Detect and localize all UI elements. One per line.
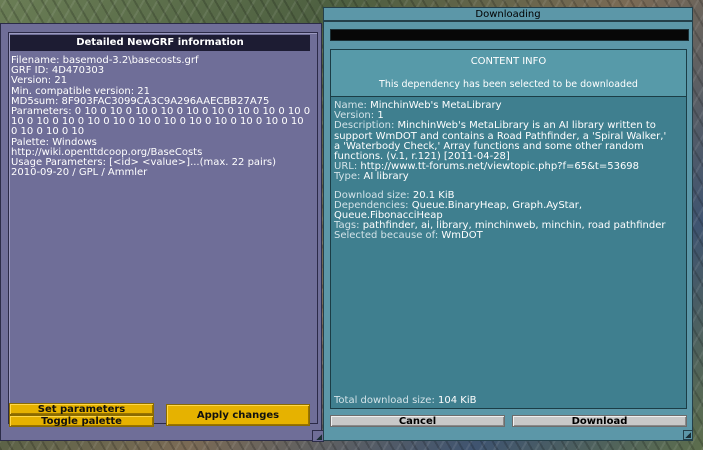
total-size-value: 104 KiB	[438, 395, 477, 406]
type-row: Type: AI library	[334, 171, 409, 183]
description-line: MinchinWeb's MetaLibrary is an AI librar…	[397, 120, 656, 132]
set-parameters-button[interactable]: Set parameters	[9, 403, 154, 415]
parameters-row: Parameters: 0 10 0 10 0 10 0 10 0 10 0 1…	[11, 106, 311, 138]
newgrf-info-title: Detailed NewGRF information	[10, 35, 310, 51]
right-resize-handle[interactable]	[683, 430, 693, 440]
selection-note: This dependency has been selected to be …	[379, 79, 638, 90]
resize-grip-icon	[685, 432, 691, 438]
content-details: Name: MinchinWeb's MetaLibrary Version: …	[334, 100, 684, 242]
apply-changes-button[interactable]: Apply changes	[166, 404, 310, 426]
selected-because-row: Selected because of: WmDOT	[334, 230, 483, 242]
date-license: 2010-09-20 / GPL / Ammler	[11, 167, 148, 179]
content-type: AI library	[363, 171, 409, 183]
download-progress-bar	[330, 29, 689, 41]
download-button[interactable]: Download	[512, 415, 687, 427]
toggle-palette-button[interactable]: Toggle palette	[9, 415, 154, 427]
selected-because: WmDOT	[441, 230, 483, 242]
total-download-size: Total download size: 104 KiB	[334, 395, 477, 406]
palette-value: Windows	[52, 136, 97, 148]
resize-grip-icon	[316, 434, 322, 440]
cancel-button[interactable]: Cancel	[330, 415, 505, 427]
newgrf-info-text: Filename: basemod-3.2\basecosts.grf GRF …	[11, 55, 311, 179]
content-name: MinchinWeb's MetaLibrary	[370, 100, 502, 111]
download-window-title[interactable]: Downloading	[323, 7, 693, 21]
name-row: Name: MinchinWeb's MetaLibrary	[334, 100, 502, 111]
content-info-title: CONTENT INFO	[470, 56, 547, 67]
